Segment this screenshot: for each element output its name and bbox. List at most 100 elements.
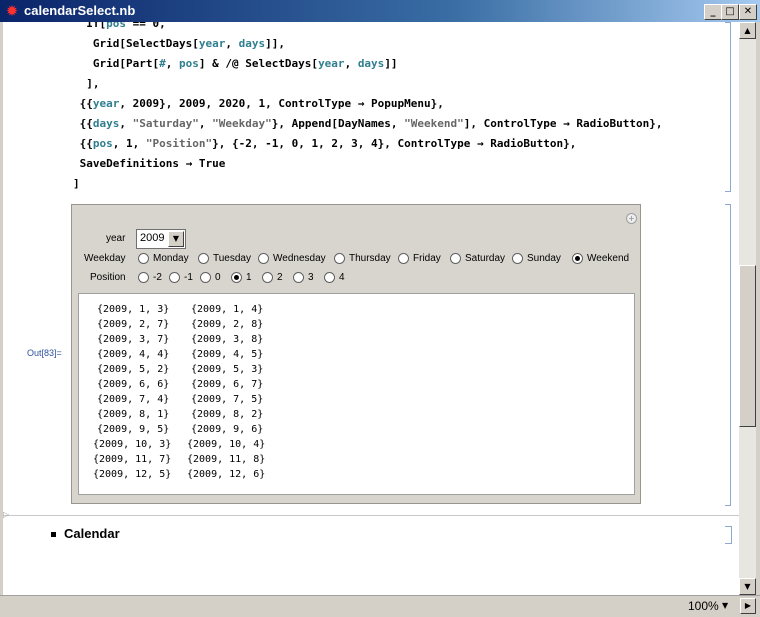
chevron-down-icon[interactable]: ▼: [168, 231, 184, 247]
day-radio-wednesday[interactable]: Wednesday: [258, 253, 326, 264]
result-cell: {2009, 12, 5}: [93, 469, 172, 480]
zoom-level[interactable]: 100%: [688, 599, 719, 613]
radio-button-icon[interactable]: [169, 272, 180, 283]
result-cell: {2009, 1, 4}: [191, 304, 264, 315]
result-cell: {2009, 1, 3}: [97, 304, 170, 315]
position-label: Position: [90, 272, 126, 283]
input-cell-bracket[interactable]: [725, 22, 731, 192]
result-cell: {2009, 7, 5}: [191, 394, 264, 405]
close-button[interactable]: ✕: [739, 4, 757, 20]
minimize-button[interactable]: _: [704, 4, 722, 20]
position-radio[interactable]: 3: [293, 272, 314, 283]
year-label: year: [106, 233, 126, 244]
radio-button-icon[interactable]: [198, 253, 209, 264]
year-popup-menu[interactable]: 2009 ▼: [136, 229, 186, 249]
cell-insertion-icon[interactable]: ▷: [3, 510, 9, 519]
position-radio-label: -2: [153, 272, 162, 283]
day-radio-label: Saturday: [465, 253, 506, 264]
zoom-dropdown-icon[interactable]: ▼: [722, 599, 728, 613]
results-pane: {2009, 1, 3} {2009, 1, 4} {2009, 2, 7} {200…: [78, 293, 635, 495]
position-radio[interactable]: 2: [262, 272, 283, 283]
day-radio-weekend[interactable]: Weekend: [572, 253, 629, 264]
output-label: Out[83]=: [27, 348, 62, 358]
result-cell: {2009, 5, 2}: [97, 364, 170, 375]
radio-button-icon[interactable]: [293, 272, 304, 283]
section-heading[interactable]: Calendar: [51, 526, 120, 541]
day-radio-label: Tuesday: [213, 253, 251, 264]
radio-button-icon[interactable]: [512, 253, 523, 264]
result-cell: {2009, 4, 5}: [191, 349, 264, 360]
position-radio-label: 0: [215, 272, 221, 283]
radio-button-icon[interactable]: [262, 272, 273, 283]
result-cell: {2009, 2, 8}: [191, 319, 264, 330]
result-cell: {2009, 2, 7}: [97, 319, 170, 330]
window-title: calendarSelect.nb: [24, 3, 136, 18]
day-radio-sunday[interactable]: Sunday: [512, 253, 561, 264]
manipulate-options-icon[interactable]: +: [626, 213, 637, 224]
vertical-scrollbar[interactable]: ▲ ▼: [739, 22, 756, 595]
day-radio-label: Wednesday: [273, 253, 326, 264]
result-cell: {2009, 6, 6}: [97, 379, 170, 390]
position-radio[interactable]: -2: [138, 272, 162, 283]
radio-button-icon[interactable]: [334, 253, 345, 264]
notebook-area[interactable]: If[pos == 0, Grid[SelectDays[year, days]…: [3, 22, 739, 595]
scroll-right-icon[interactable]: ▶: [740, 598, 756, 614]
result-cell: {2009, 8, 2}: [191, 409, 264, 420]
position-radio-label: 3: [308, 272, 314, 283]
radio-button-icon[interactable]: [324, 272, 335, 283]
result-cell: {2009, 8, 1}: [97, 409, 170, 420]
result-cell: {2009, 3, 8}: [191, 334, 264, 345]
cell-separator: [3, 515, 739, 516]
position-radio[interactable]: 1: [231, 272, 252, 283]
code-line: {{pos, 1, "Position"}, {-2, -1, 0, 1, 2,…: [73, 137, 577, 150]
year-value: 2009: [140, 232, 165, 244]
position-radio-label: 1: [246, 272, 252, 283]
radio-button-icon[interactable]: [258, 253, 269, 264]
maximize-button[interactable]: □: [721, 4, 739, 20]
code-line: {{days, "Saturday", "Weekday"}, Append[D…: [73, 117, 663, 130]
scroll-down-icon[interactable]: ▼: [739, 578, 756, 595]
section-bullet-icon: [51, 532, 56, 538]
day-radio-tuesday[interactable]: Tuesday: [198, 253, 251, 264]
result-cell: {2009, 3, 7}: [97, 334, 170, 345]
day-radio-saturday[interactable]: Saturday: [450, 253, 505, 264]
code-line: {{year, 2009}, 2009, 2020, 1, ControlTyp…: [73, 97, 444, 110]
status-bar: 100% ▼ ▶: [0, 595, 760, 617]
title-bar: ✹ calendarSelect.nb _ □ ✕: [0, 0, 760, 22]
day-radio-label: Weekend: [587, 253, 630, 264]
weekday-label: Weekday: [84, 253, 126, 264]
result-cell: {2009, 9, 6}: [191, 424, 264, 435]
mathematica-icon: ✹: [5, 2, 19, 20]
day-radio-label: Monday: [153, 253, 189, 264]
scrollbar-thumb[interactable]: [739, 265, 756, 427]
position-radio[interactable]: 0: [200, 272, 221, 283]
day-radio-monday[interactable]: Monday: [138, 253, 189, 264]
output-cell-bracket[interactable]: [725, 204, 731, 506]
radio-button-icon[interactable]: [138, 272, 149, 283]
position-radio[interactable]: -1: [169, 272, 193, 283]
result-cell: {2009, 4, 4}: [97, 349, 170, 360]
day-radio-label: Friday: [413, 253, 441, 264]
radio-button-icon[interactable]: [398, 253, 409, 264]
day-radio-label: Thursday: [349, 253, 391, 264]
radio-button-icon[interactable]: [138, 253, 149, 264]
code-line: If[pos == 0,: [73, 22, 166, 30]
radio-button-icon[interactable]: [572, 253, 583, 264]
radio-button-icon[interactable]: [450, 253, 461, 264]
radio-button-icon[interactable]: [231, 272, 242, 283]
result-cell: {2009, 5, 3}: [191, 364, 264, 375]
day-radio-friday[interactable]: Friday: [398, 253, 441, 264]
section-cell-bracket[interactable]: [725, 526, 732, 544]
position-radio-label: -1: [184, 272, 193, 283]
position-radio[interactable]: 4: [324, 272, 345, 283]
code-line: SaveDefinitions → True: [73, 157, 226, 170]
result-cell: {2009, 10, 4}: [187, 439, 266, 450]
result-cell: {2009, 12, 6}: [187, 469, 266, 480]
result-cell: {2009, 10, 3}: [93, 439, 172, 450]
day-radio-thursday[interactable]: Thursday: [334, 253, 391, 264]
code-line: Grid[Part[#, pos] & /@ SelectDays[year, …: [73, 57, 398, 70]
radio-button-icon[interactable]: [200, 272, 211, 283]
scroll-up-icon[interactable]: ▲: [739, 22, 756, 39]
code-line: Grid[SelectDays[year, days]],: [73, 37, 285, 50]
day-radio-label: Sunday: [527, 253, 561, 264]
